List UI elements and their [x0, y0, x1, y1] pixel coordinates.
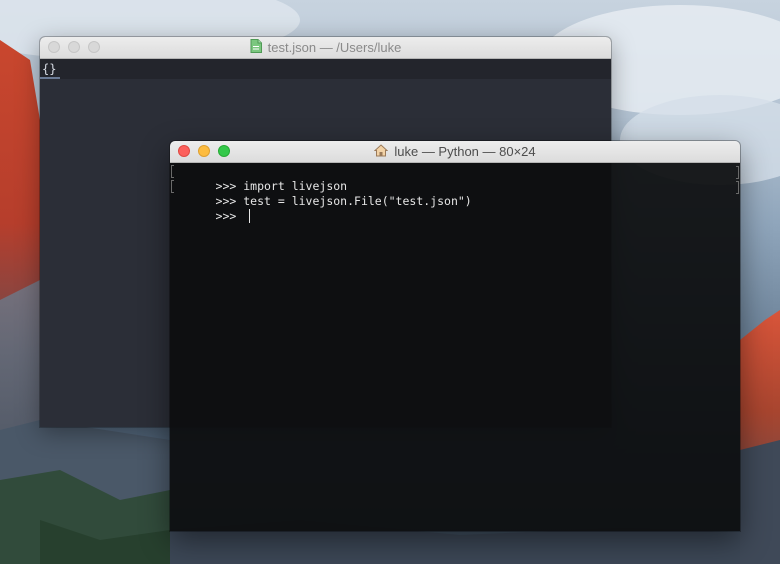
terminal-window-title: luke — Python — 80×24 [394, 144, 536, 159]
terminal-line: >>> import livejson [171, 165, 347, 193]
terminal-zoom-button[interactable] [218, 145, 230, 157]
editor-window-controls [48, 41, 100, 53]
line-mark-left [171, 180, 174, 193]
terminal-line: >>> test = livejson.File("test.json") [171, 180, 472, 208]
editor-window-title: test.json — /Users/luke [267, 40, 402, 55]
terminal-window-controls [178, 145, 230, 157]
terminal-window: luke — Python — 80×24 >>> import livejso… [170, 141, 740, 531]
terminal-minimize-button[interactable] [198, 145, 210, 157]
editor-tab-json[interactable]: {} [40, 59, 61, 79]
editor-zoom-button[interactable] [88, 41, 100, 53]
terminal-content[interactable]: >>> import livejson >>> test = livejson.… [170, 163, 740, 531]
line-mark-left [171, 165, 174, 178]
editor-minimize-button[interactable] [68, 41, 80, 53]
line-mark-right [736, 166, 739, 179]
terminal-close-button[interactable] [178, 145, 190, 157]
terminal-titlebar[interactable]: luke — Python — 80×24 [170, 141, 740, 163]
home-folder-icon [374, 143, 389, 160]
text-cursor [249, 209, 251, 223]
terminal-prompt-line: >>> [174, 195, 251, 223]
editor-tab-bar: {} [40, 59, 611, 79]
editor-titlebar[interactable]: test.json — /Users/luke [40, 37, 611, 59]
editor-close-button[interactable] [48, 41, 60, 53]
line-mark-right [736, 181, 739, 194]
json-file-icon [250, 39, 262, 56]
